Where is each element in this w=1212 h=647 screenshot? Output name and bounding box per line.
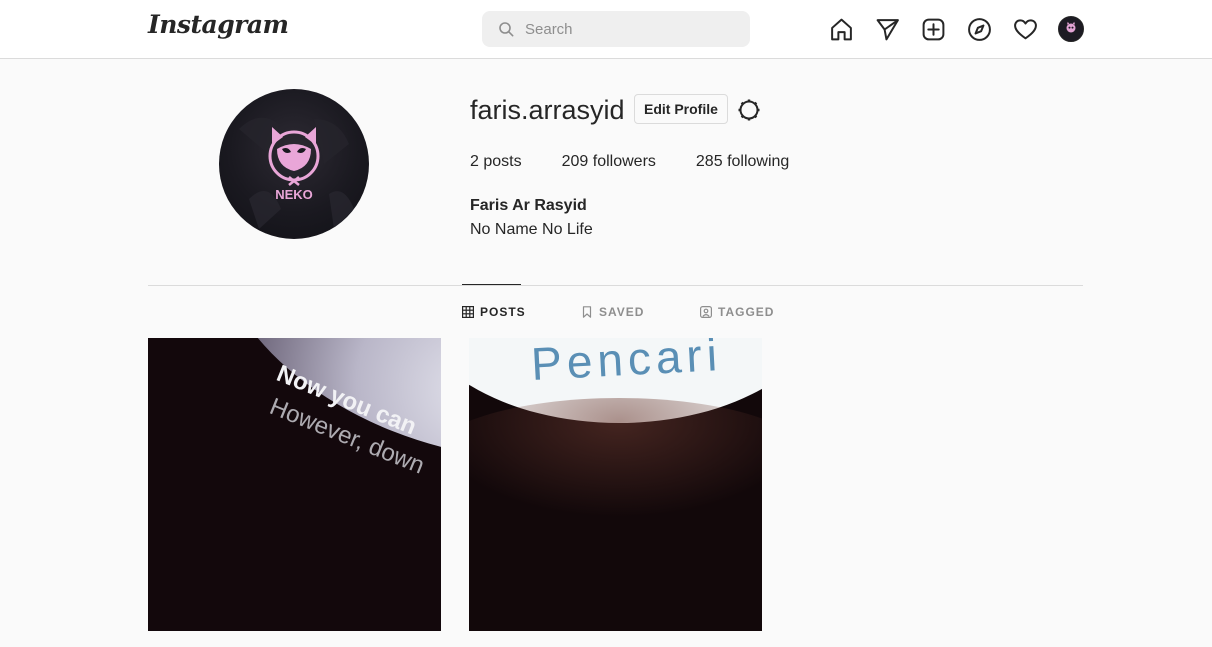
followers-count-value: 209 (561, 153, 589, 170)
following-link[interactable]: 285 following (696, 153, 789, 171)
profile-bio: No Name No Life (470, 221, 593, 238)
heart-icon[interactable] (1012, 16, 1038, 42)
tab-posts[interactable]: POSTS (462, 305, 526, 319)
settings-gear-icon[interactable] (736, 97, 762, 123)
avatar-logo-text: NEKO (275, 187, 313, 202)
profile-username: faris.arrasyid (470, 95, 625, 125)
profile-full-name: Faris Ar Rasyid (470, 197, 587, 214)
posts-count-label: posts (483, 153, 522, 170)
profile-stats: 2 posts 209 followers 285 following (470, 153, 829, 171)
profile-avatar-icon[interactable] (1058, 16, 1084, 42)
posts-count: 2 posts (470, 153, 522, 171)
grid-icon (462, 306, 474, 318)
following-count-label: following (727, 153, 790, 170)
tab-tagged-label: TAGGED (718, 305, 775, 319)
tabs-divider (148, 285, 1083, 286)
bookmark-icon (582, 306, 592, 318)
edit-profile-button[interactable]: Edit Profile (634, 94, 728, 124)
home-icon[interactable] (828, 16, 854, 42)
search-input[interactable] (525, 20, 725, 38)
tab-saved[interactable]: SAVED (581, 305, 644, 319)
post-thumbnail[interactable]: Pencari (469, 338, 762, 631)
tab-saved-label: SAVED (599, 305, 645, 319)
following-count-value: 285 (695, 153, 723, 170)
top-navigation-bar: Instagram (0, 0, 1212, 59)
search-icon (499, 22, 514, 37)
neko-logo: NEKO (239, 117, 354, 229)
explore-icon[interactable] (966, 16, 992, 42)
tab-tagged[interactable]: TAGGED (700, 305, 774, 319)
followers-count-label: followers (592, 153, 656, 170)
post-image-glow (469, 398, 762, 518)
post-thumbnail[interactable]: Now you can However, down (148, 338, 441, 631)
tab-posts-label: POSTS (480, 305, 526, 319)
posts-count-value: 2 (470, 153, 479, 170)
followers-link[interactable]: 209 followers (562, 153, 656, 171)
instagram-logo[interactable]: Instagram (148, 10, 289, 39)
profile-picture[interactable]: NEKO (219, 89, 369, 239)
new-post-icon[interactable] (920, 16, 946, 42)
active-tab-indicator (462, 284, 521, 285)
tagged-icon (700, 306, 712, 318)
search-box[interactable] (482, 11, 750, 47)
direct-messages-icon[interactable] (874, 16, 900, 42)
